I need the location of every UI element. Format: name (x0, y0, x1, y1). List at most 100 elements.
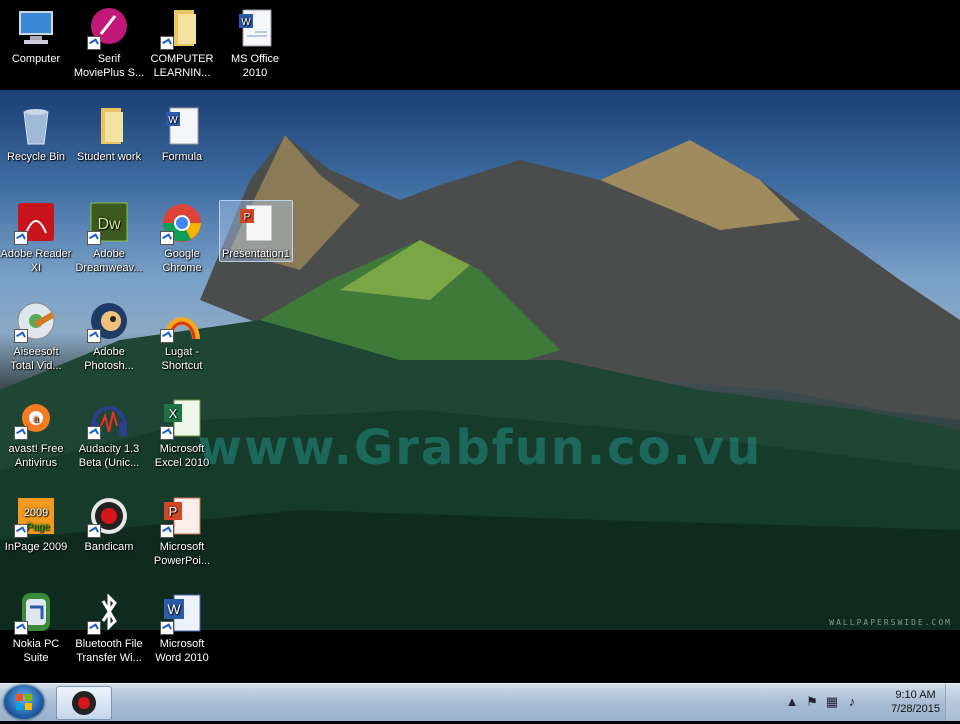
icon-label: Microsoft Excel 2010 (154, 443, 210, 469)
shortcut-arrow-icon (14, 621, 28, 635)
show-hidden-icons-arrow[interactable]: ▲ (784, 694, 800, 710)
nokia-pc-suite-icon (14, 591, 58, 635)
shortcut-arrow-icon (160, 36, 174, 50)
desktop-icon-powerpoint[interactable]: P Microsoft PowerPoi... (146, 494, 218, 568)
desktop-icon-computer[interactable]: Computer (0, 6, 72, 66)
desktop-icon-avast[interactable]: a avast! Free Antivirus (0, 396, 72, 470)
desktop-icon-serif-movieplus[interactable]: Serif MoviePlus S... (73, 6, 145, 80)
icon-label: Aiseesoft Total Vid... (10, 346, 62, 372)
icon-label: MS Office 2010 (230, 53, 280, 79)
icon-label: COMPUTER LEARNIN... (150, 53, 214, 79)
shortcut-arrow-icon (87, 524, 101, 538)
desktop-icon-bluetooth-file-transfer[interactable]: Bluetooth File Transfer Wi... (73, 591, 145, 665)
system-tray: ▲ ⚑ ▦ ♪ 9:10 AM 7/28/2015 (780, 684, 960, 721)
photoshop-icon (87, 299, 131, 343)
bluetooth-icon (87, 591, 131, 635)
icon-label: Adobe Reader XI (0, 248, 72, 274)
icon-label: Nokia PC Suite (12, 638, 60, 664)
icon-label: Microsoft Word 2010 (155, 638, 209, 664)
show-desktop-button[interactable] (945, 684, 960, 721)
windows-logo-icon (16, 694, 32, 710)
desktop-icon-formula[interactable]: W Formula (146, 104, 218, 164)
clock-time: 9:10 AM (895, 689, 936, 701)
icon-label: Formula (161, 151, 203, 163)
shortcut-arrow-icon (160, 426, 174, 440)
powerpoint-file-icon: P (234, 201, 278, 245)
desktop-icon-photoshop[interactable]: Adobe Photosh... (73, 299, 145, 373)
icon-label: Google Chrome (162, 248, 202, 274)
excel-icon: X (160, 396, 204, 440)
shortcut-arrow-icon (14, 524, 28, 538)
volume-icon[interactable]: ♪ (844, 694, 860, 710)
adobe-reader-icon (14, 201, 58, 245)
computer-icon (14, 6, 58, 50)
icon-label: Audacity 1.3 Beta (Unic... (78, 443, 140, 469)
desktop-icon-computer-learning[interactable]: COMPUTER LEARNIN... (146, 6, 218, 80)
svg-text:X: X (169, 406, 178, 421)
shortcut-arrow-icon (160, 231, 174, 245)
icon-label: InPage 2009 (4, 541, 68, 553)
folder-icon (160, 6, 204, 50)
svg-text:P: P (244, 212, 251, 223)
inpage-icon: 2009 Page (14, 494, 58, 538)
shortcut-arrow-icon (87, 231, 101, 245)
shortcut-arrow-icon (14, 426, 28, 440)
wallpaper-credit: WALLPAPERSWIDE.COM (829, 618, 952, 627)
taskbar-bandicam-button[interactable] (56, 686, 112, 720)
network-icon[interactable]: ▦ (824, 694, 840, 710)
shortcut-arrow-icon (160, 524, 174, 538)
icon-label: Bandicam (84, 541, 134, 553)
desktop-icon-aiseesoft[interactable]: Aiseesoft Total Vid... (0, 299, 72, 373)
svg-text:P: P (169, 504, 178, 519)
desktop-icon-lugat[interactable]: Lugat - Shortcut (146, 299, 218, 373)
start-button[interactable] (4, 685, 44, 719)
desktop-icon-excel-2010[interactable]: X Microsoft Excel 2010 (146, 396, 218, 470)
svg-text:2009: 2009 (24, 507, 48, 519)
shortcut-arrow-icon (87, 426, 101, 440)
icon-label: Bluetooth File Transfer Wi... (75, 638, 143, 664)
desktop-icon-nokia-pc-suite[interactable]: Nokia PC Suite (0, 591, 72, 665)
icon-label: avast! Free Antivirus (8, 443, 64, 469)
clock[interactable]: 9:10 AM 7/28/2015 (891, 688, 940, 716)
word-icon: W (160, 591, 204, 635)
desktop-icon-bandicam[interactable]: Bandicam (73, 494, 145, 554)
icon-label: Microsoft PowerPoi... (153, 541, 211, 567)
desktop-icon-inpage[interactable]: 2009 Page InPage 2009 (0, 494, 72, 554)
desktop-icon-dreamweaver[interactable]: Dw Adobe Dreamweav... (73, 201, 145, 275)
desktop-icon-recycle-bin[interactable]: Recycle Bin (0, 104, 72, 164)
icon-label: Adobe Dreamweav... (75, 248, 143, 274)
desktop-icon-word-2010[interactable]: W Microsoft Word 2010 (146, 591, 218, 665)
shortcut-arrow-icon (87, 621, 101, 635)
icon-label: Serif MoviePlus S... (73, 53, 145, 79)
lugat-icon (160, 299, 204, 343)
desktop-icon-audacity[interactable]: Audacity 1.3 Beta (Unic... (73, 396, 145, 470)
shortcut-arrow-icon (160, 329, 174, 343)
action-center-flag-icon[interactable]: ⚑ (804, 694, 820, 710)
shortcut-arrow-icon (160, 621, 174, 635)
icon-label: Lugat - Shortcut (161, 346, 203, 372)
chrome-icon (160, 201, 204, 245)
bandicam-icon (72, 691, 96, 715)
icon-label: Adobe Photosh... (84, 346, 134, 372)
dreamweaver-icon: Dw (87, 201, 131, 245)
desktop-icon-ms-office-2010[interactable]: W MS Office 2010 (219, 6, 291, 80)
desktop-icon-student-work[interactable]: Student work (73, 104, 145, 164)
aiseesoft-icon (14, 299, 58, 343)
shortcut-arrow-icon (87, 36, 101, 50)
icon-label: Recycle Bin (6, 151, 66, 163)
word-doc-icon: W (233, 6, 277, 50)
powerpoint-icon: P (160, 494, 204, 538)
svg-text:Page: Page (26, 522, 50, 533)
desktop-icon-google-chrome[interactable]: Google Chrome (146, 201, 218, 275)
svg-text:W: W (168, 115, 178, 126)
recycle-bin-icon (14, 104, 58, 148)
svg-text:W: W (241, 17, 251, 28)
icon-label: Presentation1 (222, 248, 290, 260)
avast-icon: a (14, 396, 58, 440)
shortcut-arrow-icon (87, 329, 101, 343)
desktop-icon-presentation1[interactable]: P Presentation1 (219, 200, 293, 262)
clock-date: 7/28/2015 (891, 703, 940, 715)
desktop-icon-adobe-reader[interactable]: Adobe Reader XI (0, 201, 72, 275)
audacity-icon (87, 396, 131, 440)
serif-movieplus-icon (87, 6, 131, 50)
